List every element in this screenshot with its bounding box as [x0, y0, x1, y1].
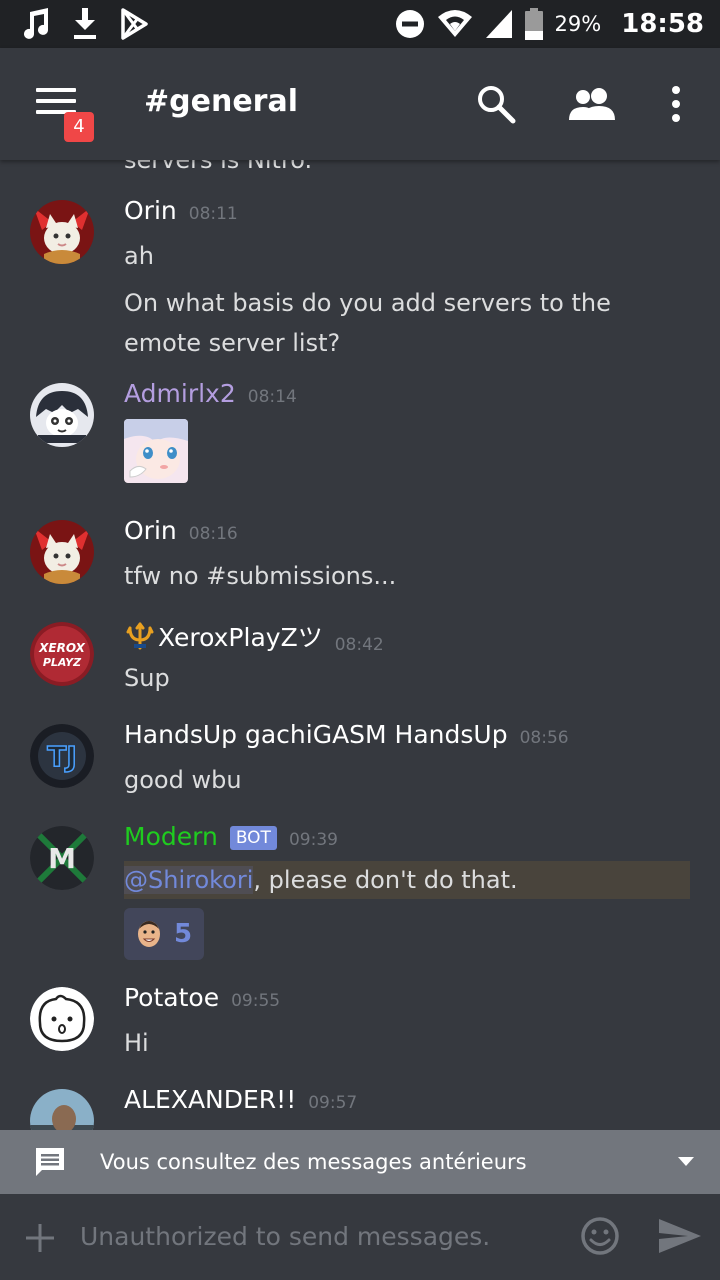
notification-badge: 4 [64, 112, 94, 142]
message-header: ALEXANDER!! 09:57 [124, 1085, 357, 1114]
reaction-count: 5 [173, 919, 193, 949]
menu-icon [36, 88, 76, 92]
trident-emoji-icon [126, 622, 154, 650]
timestamp: 09:55 [231, 991, 281, 1011]
username[interactable]: Potatoe [124, 983, 219, 1012]
music-note-icon [24, 8, 48, 39]
message-text: good wbu [124, 766, 242, 794]
channel-header: 4 #general [0, 48, 720, 160]
status-bar: 29% 18:58 [0, 0, 720, 48]
avatar[interactable] [30, 383, 94, 447]
message-header: Orin 08:16 [124, 516, 238, 545]
search-icon[interactable] [476, 84, 516, 124]
do-not-disturb-icon [395, 10, 424, 38]
chat-bubble-icon [36, 1148, 64, 1176]
message-text: ah [124, 242, 154, 270]
message-header: Admirlx2 08:14 [124, 379, 297, 408]
bot-tag: BOT [229, 826, 277, 850]
older-messages-banner[interactable]: Vous consultez des messages antérieurs [0, 1130, 720, 1194]
svg-text:M: M [48, 842, 76, 875]
clock: 18:58 [621, 9, 704, 39]
members-icon[interactable] [568, 84, 616, 124]
avatar[interactable] [30, 520, 94, 584]
username[interactable]: Modern [124, 822, 218, 851]
anime-sticker-image[interactable] [124, 419, 188, 483]
avatar[interactable] [30, 200, 94, 264]
timestamp: 08:16 [188, 524, 238, 544]
partial-message-text: servers is Nitro. [124, 160, 313, 174]
username[interactable]: ALEXANDER!! [124, 1085, 296, 1114]
message-header: HandsUp gachiGASM HandsUp 08:56 [124, 720, 569, 749]
avatar[interactable] [30, 1089, 94, 1130]
channel-title: #general [144, 84, 298, 119]
signal-icon [485, 10, 512, 38]
battery-percent: 29% [554, 12, 602, 36]
chevron-down-icon[interactable] [678, 1157, 694, 1167]
add-attachment-icon[interactable] [26, 1224, 54, 1252]
play-store-icon [121, 8, 148, 40]
avatar[interactable]: TJ [30, 724, 94, 788]
message-list[interactable]: servers is Nitro. Orin 08:11 ah On what … [0, 160, 720, 1130]
avatar[interactable]: XEROX PLAYZ [30, 622, 94, 686]
highlighted-mention-message: @Shirokori, please don't do that. [124, 861, 690, 899]
message-header: Potatoe 09:55 [124, 983, 280, 1012]
username[interactable]: XeroxPlayZツ [124, 618, 323, 654]
reaction-button[interactable]: 5 [124, 908, 204, 960]
message-input[interactable]: Unauthorized to send messages. [80, 1222, 490, 1251]
wifi-icon [437, 10, 472, 37]
avatar[interactable] [30, 987, 94, 1051]
face-emoji-icon [137, 921, 160, 947]
user-mention[interactable]: @Shirokori [124, 866, 254, 894]
avatar[interactable]: M [30, 826, 94, 890]
message-text: Sup [124, 664, 170, 692]
timestamp: 09:57 [308, 1093, 358, 1113]
svg-text:TJ: TJ [47, 740, 77, 773]
message-text: Hi [124, 1029, 149, 1057]
timestamp: 08:42 [334, 635, 384, 655]
timestamp: 08:56 [519, 728, 569, 748]
timestamp: 09:39 [288, 830, 338, 850]
svg-text:PLAYZ: PLAYZ [43, 656, 82, 669]
timestamp: 08:14 [247, 387, 297, 407]
username[interactable]: Orin [124, 516, 177, 545]
timestamp: 08:11 [188, 204, 238, 224]
emoji-picker-icon[interactable] [580, 1216, 620, 1256]
download-icon [74, 8, 96, 39]
message-input-bar: Unauthorized to send messages. [0, 1194, 720, 1280]
message-header: Orin 08:11 [124, 196, 238, 225]
send-icon[interactable] [658, 1218, 702, 1254]
username[interactable]: Orin [124, 196, 177, 225]
battery-icon [524, 8, 543, 40]
message-text: tfw no #submissions... [124, 562, 397, 590]
message-header: Modern BOT 09:39 [124, 822, 338, 852]
message-header: XeroxPlayZツ 08:42 [124, 618, 384, 655]
banner-text: Vous consultez des messages antérieurs [100, 1150, 527, 1174]
overflow-menu-icon[interactable] [664, 84, 688, 124]
username[interactable]: HandsUp gachiGASM HandsUp [124, 720, 508, 749]
message-text: , please don't do that. [253, 866, 518, 894]
svg-text:XEROX: XEROX [38, 641, 85, 655]
username[interactable]: Admirlx2 [124, 379, 236, 408]
message-text: On what basis do you add servers to the … [124, 289, 611, 357]
